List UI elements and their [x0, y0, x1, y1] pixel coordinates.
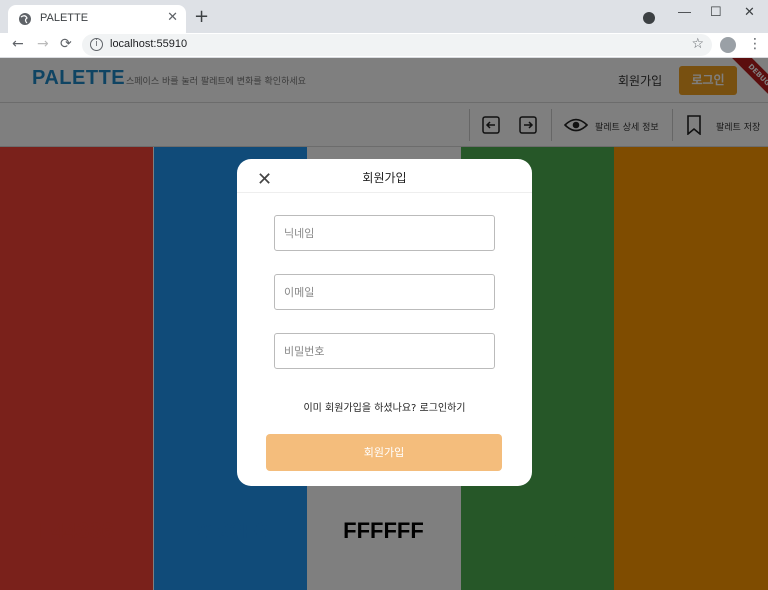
browser-tab[interactable]: PALETTE ✕ [8, 5, 186, 33]
maximize-button[interactable]: ☐ [710, 4, 722, 20]
password-input[interactable] [274, 333, 495, 369]
reload-button[interactable]: ⟳ [60, 36, 72, 52]
signup-dialog: ✕ 회원가입 이미 회원가입을 하셨나요? 로그인하기 회원가입 [237, 159, 532, 486]
url-omnibox[interactable]: i localhost:55910 ☆ [82, 34, 712, 56]
tab-close-icon[interactable]: ✕ [167, 10, 178, 25]
account-avatar-icon[interactable] [720, 37, 736, 53]
browser-tab-strip: PALETTE ✕ + — ☐ ✕ [0, 0, 768, 33]
address-bar: ← → ⟳ i localhost:55910 ☆ [0, 33, 768, 58]
minimize-button[interactable]: — [678, 4, 691, 19]
url-text: localhost:55910 [110, 38, 188, 50]
window-close-button[interactable]: ✕ [744, 4, 755, 20]
new-tab-button[interactable]: + [194, 6, 209, 27]
email-input[interactable] [274, 274, 495, 310]
go-to-login-link[interactable]: 이미 회원가입을 하셨나요? 로그인하기 [237, 399, 532, 414]
browser-menu-icon[interactable]: ⋮ [748, 36, 762, 52]
tab-title: PALETTE [40, 12, 89, 24]
signup-submit-button[interactable]: 회원가입 [266, 434, 502, 471]
nickname-input[interactable] [274, 215, 495, 251]
tab-search-icon[interactable] [643, 12, 655, 24]
back-button[interactable]: ← [12, 36, 24, 52]
bookmark-star-icon[interactable]: ☆ [691, 36, 704, 52]
globe-icon [19, 13, 31, 25]
app-viewport: PALETTE 스페이스 바를 눌러 팔레트에 변화를 확인하세요 회원가입 로… [0, 58, 768, 590]
dialog-title: 회원가입 [362, 171, 407, 185]
site-info-icon[interactable]: i [90, 38, 103, 51]
dialog-divider [237, 192, 532, 193]
forward-button[interactable]: → [37, 36, 49, 52]
